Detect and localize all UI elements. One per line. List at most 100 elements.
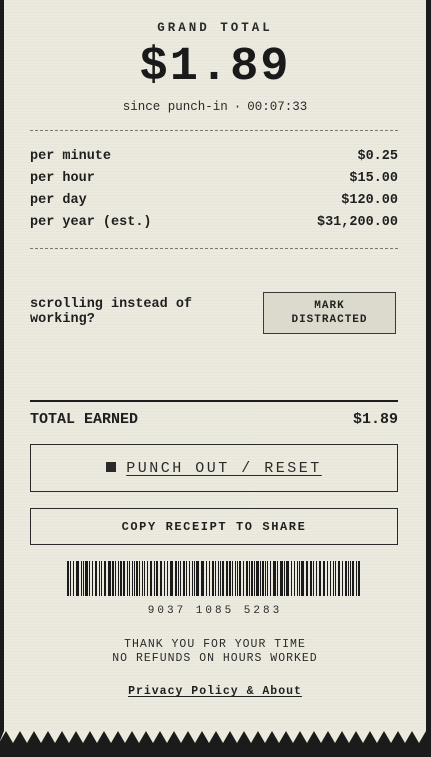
dashed-divider-bottom (30, 248, 398, 249)
barcode-bar (265, 561, 266, 596)
rate-label: per minute (30, 149, 112, 164)
barcode-bar (237, 561, 238, 596)
barcode-bar (118, 561, 119, 596)
since-punch-in: since punch-in · 00:07:33 (4, 100, 426, 114)
barcode-bar (127, 561, 128, 596)
barcode-bar (136, 561, 138, 596)
mark-distracted-line2: DISTRACTED (291, 314, 368, 326)
total-earned-value: $1.89 (352, 411, 398, 428)
barcode-number: 9037 1085 5283 (147, 605, 283, 617)
barcode-bar (129, 561, 130, 596)
barcode-bar (139, 561, 140, 596)
elapsed-timer: 00:07:33 (247, 100, 308, 114)
mark-distracted-button[interactable]: MARK DISTRACTED (263, 292, 396, 334)
total-divider (30, 400, 398, 402)
barcode-bar (348, 561, 349, 596)
barcode-bar (260, 561, 261, 596)
barcode-bar (323, 561, 325, 596)
barcode-bar (267, 561, 268, 596)
barcode-bar (150, 561, 152, 596)
distraction-prompt: scrolling instead of working? (30, 297, 193, 327)
barcode-bar (222, 561, 224, 596)
barcode-bar (319, 561, 321, 596)
barcode-bar (95, 561, 97, 596)
barcode-bar (251, 561, 253, 596)
barcode-bar (338, 561, 340, 596)
barcode-bar (273, 561, 276, 596)
barcode-bar (270, 561, 271, 596)
rate-row-per-day: per day $120.00 (30, 192, 398, 214)
barcode-bar (104, 561, 106, 596)
copy-receipt-button[interactable]: COPY RECEIPT TO SHARE (30, 508, 398, 545)
rate-value: $120.00 (341, 193, 398, 208)
barcode-bar (183, 561, 185, 596)
barcode-bar (256, 561, 259, 596)
barcode-bar (229, 561, 231, 596)
barcode-bar (115, 561, 116, 596)
barcode-bar (70, 561, 71, 596)
barcode-bar (254, 561, 255, 596)
barcode-bar (120, 561, 122, 596)
barcode-bar (134, 561, 135, 596)
barcode-bar (306, 561, 308, 596)
stop-icon (106, 461, 117, 472)
barcode-bar (76, 561, 79, 596)
barcode-bar (301, 561, 304, 596)
barcode-bar (220, 561, 221, 596)
barcode (67, 561, 360, 596)
thank-you-line: THANK YOU FOR YOUR TIME (124, 638, 306, 651)
separator-dot: · (233, 100, 242, 114)
barcode-bar (356, 561, 357, 596)
barcode-bar (350, 561, 351, 596)
barcode-bar (192, 561, 193, 596)
barcode-bar (206, 561, 207, 596)
barcode-bar (164, 561, 165, 596)
barcode-bar (327, 561, 328, 596)
since-label: since punch-in (122, 100, 228, 114)
barcode-bar (352, 561, 354, 596)
barcode-bar (232, 561, 233, 596)
barcode-bar (101, 561, 102, 596)
barcode-bar (92, 561, 93, 596)
grand-total-label: GRAND TOTAL (157, 21, 273, 35)
rate-label: per hour (30, 171, 95, 186)
dashed-divider-top (30, 130, 398, 131)
rates-list: per minute $0.25 per hour $15.00 per day… (30, 148, 398, 236)
barcode-bar (180, 561, 181, 596)
barcode-bar (194, 561, 195, 596)
barcode-bar (226, 561, 228, 596)
barcode-bar (249, 561, 250, 596)
barcode-bar (196, 561, 199, 596)
barcode-bar (284, 561, 285, 596)
barcode-bar (160, 561, 162, 596)
rate-value: $15.00 (349, 171, 398, 186)
barcode-bar (178, 561, 179, 596)
barcode-bar (144, 561, 145, 596)
barcode-bar (123, 561, 125, 596)
barcode-bar (294, 561, 295, 596)
barcode-bar (99, 561, 100, 596)
barcode-bar (243, 561, 244, 596)
barcode-bar (85, 561, 88, 596)
barcode-bar (167, 561, 168, 596)
barcode-bar (342, 561, 343, 596)
no-refunds-line: NO REFUNDS ON HOURS WORKED (112, 652, 318, 665)
barcode-bar (262, 561, 264, 596)
barcode-bar (333, 561, 334, 596)
barcode-bar (175, 561, 177, 596)
barcode-bar (201, 561, 204, 596)
punch-out-reset-button[interactable]: PUNCH OUT / RESET (30, 444, 398, 492)
barcode-bar (156, 561, 158, 596)
barcode-bar (277, 561, 278, 596)
rate-value: $31,200.00 (316, 215, 398, 230)
barcode-bar (316, 561, 317, 596)
punch-out-content: PUNCH OUT / RESET (106, 460, 322, 477)
barcode-bar (170, 561, 173, 596)
total-earned-row: TOTAL EARNED $1.89 (30, 411, 398, 428)
barcode-bar (189, 561, 190, 596)
grand-total-amount: $1.89 (139, 41, 291, 94)
torn-edge (0, 731, 431, 757)
privacy-policy-link[interactable]: Privacy Policy & About (128, 685, 302, 698)
barcode-bar (108, 561, 111, 596)
rate-label: per day (30, 193, 87, 208)
